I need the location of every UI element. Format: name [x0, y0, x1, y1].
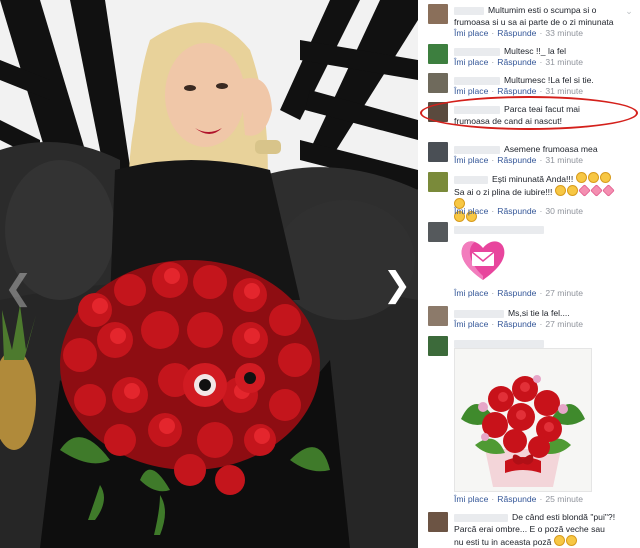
like-link[interactable]: Îmi place — [454, 155, 488, 165]
comment-timestamp[interactable]: 33 minute — [545, 28, 583, 38]
commenter-avatar[interactable] — [428, 102, 448, 122]
commenter-avatar[interactable] — [428, 73, 448, 93]
photo-viewer: ❮ ❯ Multumim esti o scumpa si o frumoasa… — [0, 0, 640, 548]
author-name[interactable] — [454, 225, 544, 234]
attached-photo[interactable] — [454, 348, 592, 492]
options-chevron-icon[interactable]: ⌄ — [624, 6, 634, 16]
photo-panel[interactable]: ❮ ❯ — [0, 0, 418, 548]
comment-text: Multesc !!_ la fel — [504, 46, 567, 56]
emoji-icon — [554, 185, 566, 196]
author-name[interactable] — [454, 339, 544, 348]
previous-photo-icon[interactable]: ❮ — [4, 268, 33, 308]
heart-emoji-icon — [590, 184, 603, 197]
like-link[interactable]: Îmi place — [454, 319, 488, 329]
emoji-icon — [566, 185, 578, 196]
heart-emoji-icon — [602, 184, 615, 197]
comment-item: Multesc !!_ la fel Îmi place · Răspunde · 31… — [418, 42, 640, 70]
reply-link[interactable]: Răspunde — [497, 206, 536, 216]
comment-timestamp[interactable]: 31 minute — [545, 57, 583, 67]
comment-timestamp[interactable]: 31 minute — [545, 86, 583, 96]
comment-timestamp[interactable]: 27 minute — [545, 319, 583, 329]
comment-item: Ești minunată Anda!!! Sa ai o zi plina d… — [418, 170, 640, 222]
commenter-avatar[interactable] — [428, 172, 448, 192]
reply-link[interactable]: Răspunde — [497, 86, 536, 96]
comment-text: Multumesc !La fel si tie. — [504, 75, 594, 85]
heart-emoji-icon — [578, 184, 591, 197]
emoji-icon — [587, 172, 599, 183]
reply-link[interactable]: Răspunde — [497, 28, 536, 38]
commenter-avatar[interactable] — [428, 4, 448, 24]
like-link[interactable]: Îmi place — [454, 206, 488, 216]
author-name[interactable] — [454, 513, 508, 522]
like-link[interactable]: Îmi place — [454, 86, 488, 96]
like-link[interactable]: Îmi place — [454, 57, 488, 67]
reply-link[interactable]: Răspunde — [497, 155, 536, 165]
commenter-avatar[interactable] — [428, 512, 448, 532]
comment-item: Parca teai facut mai frumoasa de cand ai… — [418, 100, 640, 138]
like-link[interactable]: Îmi place — [454, 494, 488, 504]
commenter-avatar[interactable] — [428, 142, 448, 162]
comment-item: Multumesc !La fel si tie. Îmi place · Răsp… — [418, 71, 640, 99]
photo-image — [0, 0, 418, 548]
commenter-avatar[interactable] — [428, 222, 448, 242]
commenter-avatar[interactable] — [428, 44, 448, 64]
comment-item: Îmi place · Răspunde · 25 minute — [418, 334, 640, 508]
reply-link[interactable]: Răspunde — [497, 319, 536, 329]
like-link[interactable]: Îmi place — [454, 28, 488, 38]
heart-envelope-sticker[interactable] — [458, 236, 508, 282]
reply-link[interactable]: Răspunde — [497, 288, 536, 298]
author-name[interactable] — [454, 47, 500, 56]
comment-timestamp[interactable]: 25 minute — [545, 494, 583, 504]
author-name[interactable] — [454, 76, 500, 85]
reply-link[interactable]: Răspunde — [497, 57, 536, 67]
reply-link[interactable]: Răspunde — [497, 494, 536, 504]
comment-timestamp[interactable]: 31 minute — [545, 155, 583, 165]
emoji-icon — [575, 172, 587, 183]
comment-text-line2: Sa ai o zi plina de iubire!!! — [454, 187, 553, 197]
comment-text: Ms,si tie la fel.... — [508, 308, 570, 318]
comment-text: Asemene frumoasa mea — [504, 144, 598, 154]
author-name[interactable] — [454, 145, 500, 154]
comment-timestamp[interactable]: 30 minute — [545, 206, 583, 216]
like-link[interactable]: Îmi place — [454, 288, 488, 298]
emoji-icon — [553, 535, 565, 546]
comment-text: Ești minunată Anda!!! — [492, 174, 574, 184]
author-name[interactable] — [454, 6, 484, 15]
comments-panel: Multumim esti o scumpa si o frumoasa si … — [418, 0, 640, 548]
commenter-avatar[interactable] — [428, 336, 448, 356]
comment-timestamp[interactable]: 27 minute — [545, 288, 583, 298]
emoji-icon — [599, 172, 611, 183]
comment-item: Ms,si tie la fel.... Îmi place · Răspunde ·… — [418, 304, 640, 332]
comment-item: Asemene frumoasa mea Îmi place · Răspunde ·… — [418, 140, 640, 168]
comment-item: De când esti blondă "pui"?! Parcă erai o… — [418, 510, 640, 548]
commenter-avatar[interactable] — [428, 306, 448, 326]
emoji-icon — [565, 535, 577, 546]
comment-item: Multumim esti o scumpa si o frumoasa si … — [418, 0, 640, 40]
comment-item: Îmi place · Răspunde · 27 minute — [418, 220, 640, 302]
next-photo-button[interactable]: ❯ — [383, 265, 412, 305]
author-name[interactable] — [454, 105, 500, 114]
author-name[interactable] — [454, 309, 504, 318]
author-name[interactable] — [454, 175, 488, 184]
